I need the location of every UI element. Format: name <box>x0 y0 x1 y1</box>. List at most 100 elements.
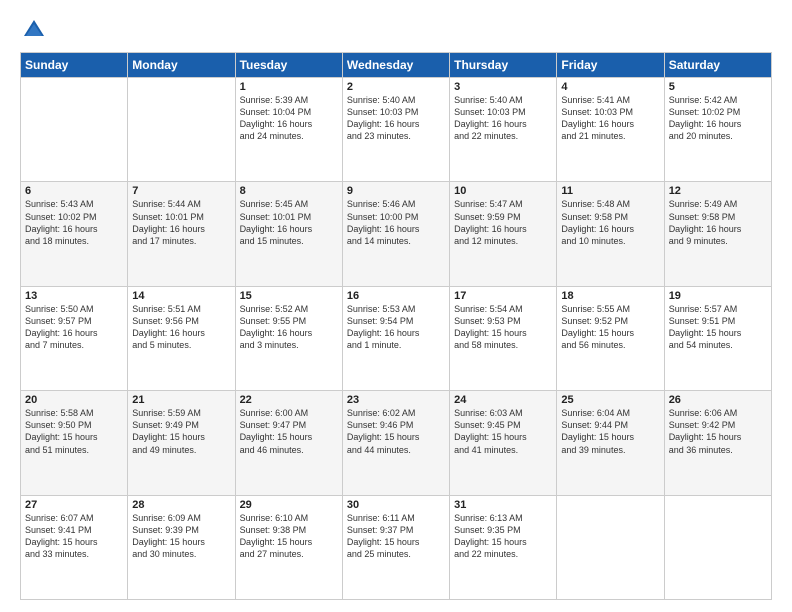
day-number: 2 <box>347 81 445 93</box>
calendar-cell: 9Sunrise: 5:46 AM Sunset: 10:00 PM Dayli… <box>342 182 449 286</box>
cell-info: Sunrise: 5:58 AM Sunset: 9:50 PM Dayligh… <box>25 407 123 456</box>
cell-info: Sunrise: 6:00 AM Sunset: 9:47 PM Dayligh… <box>240 407 338 456</box>
cell-info: Sunrise: 5:59 AM Sunset: 9:49 PM Dayligh… <box>132 407 230 456</box>
calendar-cell: 19Sunrise: 5:57 AM Sunset: 9:51 PM Dayli… <box>664 286 771 390</box>
calendar-cell <box>21 78 128 182</box>
cell-info: Sunrise: 6:06 AM Sunset: 9:42 PM Dayligh… <box>669 407 767 456</box>
weekday-header-sunday: Sunday <box>21 53 128 78</box>
calendar-cell: 13Sunrise: 5:50 AM Sunset: 9:57 PM Dayli… <box>21 286 128 390</box>
calendar-cell: 4Sunrise: 5:41 AM Sunset: 10:03 PM Dayli… <box>557 78 664 182</box>
day-number: 5 <box>669 81 767 93</box>
cell-info: Sunrise: 5:52 AM Sunset: 9:55 PM Dayligh… <box>240 303 338 352</box>
cell-info: Sunrise: 6:07 AM Sunset: 9:41 PM Dayligh… <box>25 512 123 561</box>
day-number: 24 <box>454 394 552 406</box>
logo-icon <box>20 16 48 44</box>
calendar-cell: 14Sunrise: 5:51 AM Sunset: 9:56 PM Dayli… <box>128 286 235 390</box>
day-number: 16 <box>347 290 445 302</box>
cell-info: Sunrise: 5:51 AM Sunset: 9:56 PM Dayligh… <box>132 303 230 352</box>
cell-info: Sunrise: 5:42 AM Sunset: 10:02 PM Daylig… <box>669 94 767 143</box>
day-number: 18 <box>561 290 659 302</box>
calendar-cell: 23Sunrise: 6:02 AM Sunset: 9:46 PM Dayli… <box>342 391 449 495</box>
weekday-header-tuesday: Tuesday <box>235 53 342 78</box>
calendar-cell: 20Sunrise: 5:58 AM Sunset: 9:50 PM Dayli… <box>21 391 128 495</box>
day-number: 9 <box>347 185 445 197</box>
calendar-cell: 27Sunrise: 6:07 AM Sunset: 9:41 PM Dayli… <box>21 495 128 599</box>
calendar-body: 1Sunrise: 5:39 AM Sunset: 10:04 PM Dayli… <box>21 78 772 600</box>
logo <box>20 16 52 44</box>
weekday-header-row: SundayMondayTuesdayWednesdayThursdayFrid… <box>21 53 772 78</box>
cell-info: Sunrise: 6:13 AM Sunset: 9:35 PM Dayligh… <box>454 512 552 561</box>
day-number: 14 <box>132 290 230 302</box>
calendar-cell <box>128 78 235 182</box>
day-number: 11 <box>561 185 659 197</box>
calendar-week-3: 13Sunrise: 5:50 AM Sunset: 9:57 PM Dayli… <box>21 286 772 390</box>
calendar-week-4: 20Sunrise: 5:58 AM Sunset: 9:50 PM Dayli… <box>21 391 772 495</box>
day-number: 8 <box>240 185 338 197</box>
day-number: 19 <box>669 290 767 302</box>
cell-info: Sunrise: 6:10 AM Sunset: 9:38 PM Dayligh… <box>240 512 338 561</box>
cell-info: Sunrise: 6:04 AM Sunset: 9:44 PM Dayligh… <box>561 407 659 456</box>
calendar-cell: 21Sunrise: 5:59 AM Sunset: 9:49 PM Dayli… <box>128 391 235 495</box>
day-number: 10 <box>454 185 552 197</box>
calendar-cell: 26Sunrise: 6:06 AM Sunset: 9:42 PM Dayli… <box>664 391 771 495</box>
calendar-cell: 10Sunrise: 5:47 AM Sunset: 9:59 PM Dayli… <box>450 182 557 286</box>
calendar-cell: 17Sunrise: 5:54 AM Sunset: 9:53 PM Dayli… <box>450 286 557 390</box>
cell-info: Sunrise: 6:09 AM Sunset: 9:39 PM Dayligh… <box>132 512 230 561</box>
day-number: 15 <box>240 290 338 302</box>
weekday-header-wednesday: Wednesday <box>342 53 449 78</box>
day-number: 17 <box>454 290 552 302</box>
calendar-cell: 7Sunrise: 5:44 AM Sunset: 10:01 PM Dayli… <box>128 182 235 286</box>
calendar-week-2: 6Sunrise: 5:43 AM Sunset: 10:02 PM Dayli… <box>21 182 772 286</box>
calendar-cell: 12Sunrise: 5:49 AM Sunset: 9:58 PM Dayli… <box>664 182 771 286</box>
header <box>20 16 772 44</box>
calendar-week-1: 1Sunrise: 5:39 AM Sunset: 10:04 PM Dayli… <box>21 78 772 182</box>
calendar-cell: 3Sunrise: 5:40 AM Sunset: 10:03 PM Dayli… <box>450 78 557 182</box>
calendar-cell: 25Sunrise: 6:04 AM Sunset: 9:44 PM Dayli… <box>557 391 664 495</box>
calendar-cell: 28Sunrise: 6:09 AM Sunset: 9:39 PM Dayli… <box>128 495 235 599</box>
weekday-header-thursday: Thursday <box>450 53 557 78</box>
day-number: 12 <box>669 185 767 197</box>
cell-info: Sunrise: 5:43 AM Sunset: 10:02 PM Daylig… <box>25 198 123 247</box>
calendar-cell <box>664 495 771 599</box>
day-number: 3 <box>454 81 552 93</box>
day-number: 27 <box>25 499 123 511</box>
calendar-cell: 15Sunrise: 5:52 AM Sunset: 9:55 PM Dayli… <box>235 286 342 390</box>
calendar-cell: 5Sunrise: 5:42 AM Sunset: 10:02 PM Dayli… <box>664 78 771 182</box>
cell-info: Sunrise: 5:54 AM Sunset: 9:53 PM Dayligh… <box>454 303 552 352</box>
cell-info: Sunrise: 6:02 AM Sunset: 9:46 PM Dayligh… <box>347 407 445 456</box>
calendar-cell: 18Sunrise: 5:55 AM Sunset: 9:52 PM Dayli… <box>557 286 664 390</box>
day-number: 23 <box>347 394 445 406</box>
day-number: 28 <box>132 499 230 511</box>
day-number: 30 <box>347 499 445 511</box>
calendar-cell: 31Sunrise: 6:13 AM Sunset: 9:35 PM Dayli… <box>450 495 557 599</box>
calendar-cell: 8Sunrise: 5:45 AM Sunset: 10:01 PM Dayli… <box>235 182 342 286</box>
cell-info: Sunrise: 6:03 AM Sunset: 9:45 PM Dayligh… <box>454 407 552 456</box>
day-number: 29 <box>240 499 338 511</box>
cell-info: Sunrise: 5:40 AM Sunset: 10:03 PM Daylig… <box>454 94 552 143</box>
day-number: 26 <box>669 394 767 406</box>
cell-info: Sunrise: 5:45 AM Sunset: 10:01 PM Daylig… <box>240 198 338 247</box>
calendar-cell: 1Sunrise: 5:39 AM Sunset: 10:04 PM Dayli… <box>235 78 342 182</box>
day-number: 13 <box>25 290 123 302</box>
cell-info: Sunrise: 5:49 AM Sunset: 9:58 PM Dayligh… <box>669 198 767 247</box>
cell-info: Sunrise: 5:50 AM Sunset: 9:57 PM Dayligh… <box>25 303 123 352</box>
cell-info: Sunrise: 5:44 AM Sunset: 10:01 PM Daylig… <box>132 198 230 247</box>
calendar-cell: 2Sunrise: 5:40 AM Sunset: 10:03 PM Dayli… <box>342 78 449 182</box>
calendar-cell: 22Sunrise: 6:00 AM Sunset: 9:47 PM Dayli… <box>235 391 342 495</box>
cell-info: Sunrise: 5:46 AM Sunset: 10:00 PM Daylig… <box>347 198 445 247</box>
day-number: 20 <box>25 394 123 406</box>
calendar-cell: 11Sunrise: 5:48 AM Sunset: 9:58 PM Dayli… <box>557 182 664 286</box>
page: SundayMondayTuesdayWednesdayThursdayFrid… <box>0 0 792 612</box>
calendar-cell: 16Sunrise: 5:53 AM Sunset: 9:54 PM Dayli… <box>342 286 449 390</box>
cell-info: Sunrise: 5:48 AM Sunset: 9:58 PM Dayligh… <box>561 198 659 247</box>
day-number: 31 <box>454 499 552 511</box>
day-number: 6 <box>25 185 123 197</box>
cell-info: Sunrise: 5:53 AM Sunset: 9:54 PM Dayligh… <box>347 303 445 352</box>
weekday-header-saturday: Saturday <box>664 53 771 78</box>
weekday-header-friday: Friday <box>557 53 664 78</box>
calendar-week-5: 27Sunrise: 6:07 AM Sunset: 9:41 PM Dayli… <box>21 495 772 599</box>
day-number: 22 <box>240 394 338 406</box>
weekday-header-monday: Monday <box>128 53 235 78</box>
day-number: 7 <box>132 185 230 197</box>
cell-info: Sunrise: 5:57 AM Sunset: 9:51 PM Dayligh… <box>669 303 767 352</box>
